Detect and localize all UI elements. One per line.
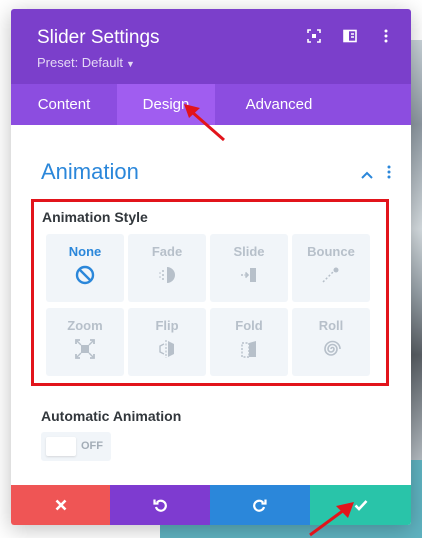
- caret-down-icon: ▼: [126, 59, 135, 69]
- animation-option-zoom[interactable]: Zoom: [46, 308, 124, 376]
- animation-style-grid: None Fade Slide Bounce Zoom Flip Fold Ro…: [46, 234, 372, 376]
- bounce-icon: [321, 265, 341, 285]
- animation-option-none[interactable]: None: [46, 234, 124, 302]
- modal-header: Slider Settings Preset: Default ▼: [11, 9, 411, 84]
- cancel-button[interactable]: [11, 485, 110, 525]
- annotation-arrow-save: [309, 502, 354, 537]
- automatic-animation-toggle[interactable]: OFF: [41, 432, 111, 461]
- chevron-up-icon[interactable]: [361, 166, 373, 184]
- close-icon: [55, 499, 66, 511]
- more-options-icon[interactable]: [379, 29, 393, 43]
- fullscreen-icon[interactable]: [307, 29, 321, 43]
- fold-icon: [239, 339, 259, 359]
- animation-style-label: Animation Style: [42, 209, 148, 225]
- animation-style-highlight: Animation Style None Fade Slide Bounce Z…: [31, 199, 389, 386]
- preset-selector[interactable]: Preset: Default ▼: [37, 55, 135, 70]
- redo-icon: [253, 499, 267, 512]
- slider-settings-modal: Slider Settings Preset: Default ▼ Content…: [11, 9, 411, 525]
- animation-option-label: Slide: [233, 244, 265, 259]
- animation-option-label: Fade: [151, 244, 183, 259]
- settings-body: Animation Animation Style None Fade Slid…: [11, 125, 411, 485]
- none-icon: [75, 265, 95, 285]
- animation-option-flip[interactable]: Flip: [128, 308, 206, 376]
- section-title[interactable]: Animation: [41, 159, 139, 185]
- annotation-arrow-design: [184, 104, 225, 142]
- animation-option-fold[interactable]: Fold: [210, 308, 288, 376]
- animation-option-roll[interactable]: Roll: [292, 308, 370, 376]
- tab-advanced[interactable]: Advanced: [215, 84, 343, 125]
- animation-option-label: Zoom: [67, 318, 103, 333]
- roll-icon: [321, 339, 341, 359]
- undo-button[interactable]: [110, 485, 210, 525]
- flip-icon: [157, 339, 177, 359]
- toggle-knob: [46, 437, 76, 456]
- animation-option-label: Fold: [235, 318, 263, 333]
- section-options-icon[interactable]: [387, 165, 391, 184]
- animation-option-label: Flip: [155, 318, 179, 333]
- animation-option-slide[interactable]: Slide: [210, 234, 288, 302]
- animation-option-label: Roll: [318, 318, 344, 333]
- split-view-icon[interactable]: [343, 29, 357, 43]
- animation-option-fade[interactable]: Fade: [128, 234, 206, 302]
- zoom-icon: [75, 339, 95, 359]
- animation-option-label: None: [68, 244, 102, 259]
- redo-button[interactable]: [210, 485, 310, 525]
- preset-label: Preset: Default: [37, 55, 123, 70]
- page-canvas: Slider Settings Preset: Default ▼ Content…: [0, 0, 422, 538]
- undo-icon: [153, 499, 167, 512]
- automatic-animation-label: Automatic Animation: [41, 408, 182, 424]
- animation-option-label: Bounce: [307, 244, 355, 259]
- toggle-state-label: OFF: [81, 440, 103, 452]
- slide-icon: [239, 265, 259, 285]
- fade-icon: [157, 265, 177, 285]
- animation-option-bounce[interactable]: Bounce: [292, 234, 370, 302]
- tab-content[interactable]: Content: [11, 84, 117, 125]
- modal-title: Slider Settings: [37, 27, 160, 48]
